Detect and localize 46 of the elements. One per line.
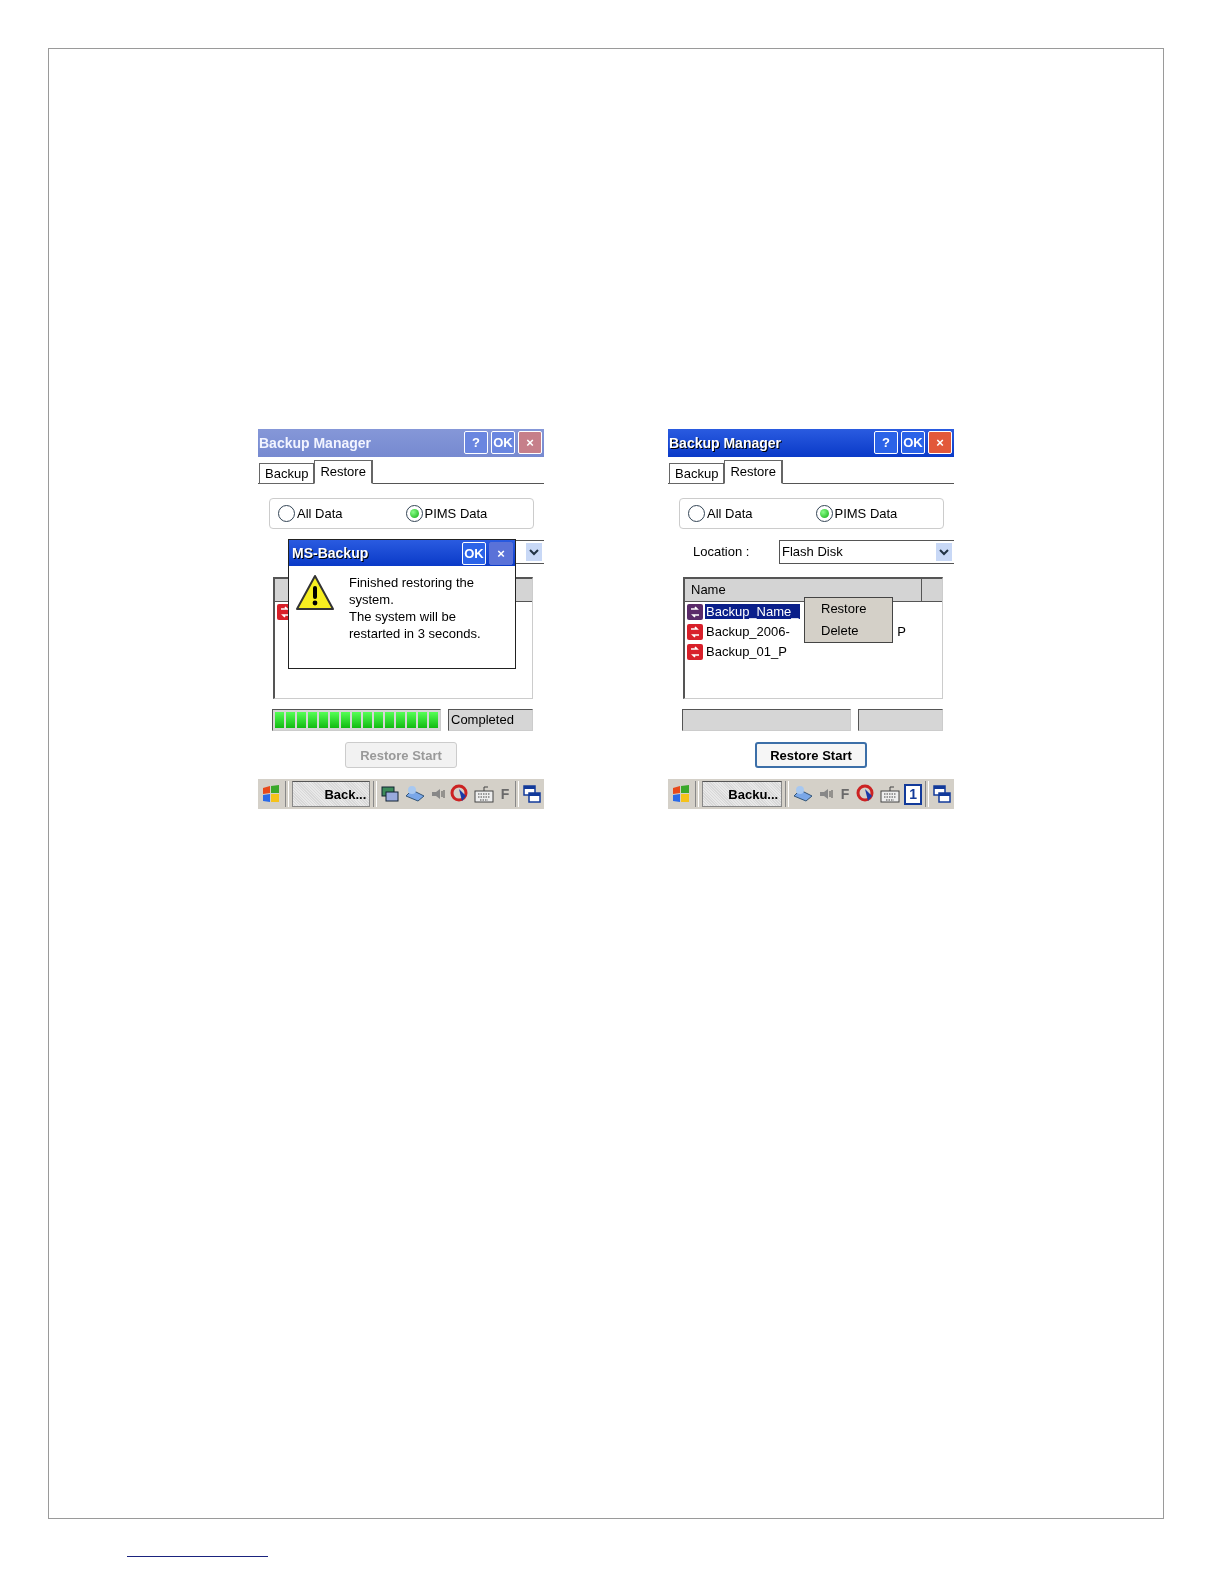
windows-icon[interactable] [932,784,952,805]
task-button[interactable]: Backu... [701,781,783,808]
radio-icon[interactable] [278,504,295,522]
tab[interactable]: Backup [669,462,725,484]
computer-icon[interactable] [380,784,401,805]
dialog-message: Finished restoring the system. The system will be restarted in 3 seconds. [349,574,482,642]
tab[interactable]: Backup [259,462,315,484]
window-title: Backup Manager [259,434,373,451]
dialog-title: MS-Backup [292,545,370,561]
title-bar-button[interactable]: OK [901,431,925,455]
title-bar-button[interactable]: ? [874,431,898,455]
backup-item-end: P [897,624,906,640]
radio-icon[interactable] [405,504,423,522]
status-field: Completed [448,709,533,732]
tab[interactable]: Restore [314,459,373,484]
warning-icon [295,574,335,612]
backup-item[interactable]: Backup_Name_ [705,604,800,620]
radio-option[interactable]: All Data [688,504,816,522]
keyboard-icon[interactable] [474,784,495,805]
location-dropdown[interactable]: Flash Disk [779,539,954,564]
input-mode-indicator[interactable]: F [498,786,513,803]
radio-icon[interactable] [688,504,705,522]
radio-option[interactable]: PIMS Data [405,504,533,522]
tab[interactable]: Restore [724,459,783,484]
radio-option[interactable]: PIMS Data [815,504,943,522]
radio-option[interactable]: All Data [278,504,406,522]
restore-start-button[interactable]: Restore Start [755,742,867,769]
radio-icon[interactable] [815,504,833,522]
menu-item[interactable]: Delete [805,620,892,642]
dialog-button[interactable]: × [489,541,513,565]
location-value: Flash Disk [781,544,844,560]
input-panel-indicator[interactable]: 1 [904,783,923,805]
backup-file-icon [687,623,703,640]
window-title: Backup Manager [669,434,783,451]
title-bar-button[interactable]: × [928,431,952,455]
backup-file-icon [687,643,703,660]
dialog-button[interactable]: OK [462,541,486,565]
backup-item[interactable]: Backup_01_P [705,644,788,660]
backup-file-icon [687,603,703,620]
keyboard-icon[interactable] [880,784,901,805]
menu-item[interactable]: Restore [805,598,892,620]
backup-item[interactable]: Backup_2006- [705,624,791,640]
input-mode-indicator[interactable]: F [838,786,853,803]
location-label: Location : [693,544,751,560]
task-button[interactable]: Back... [291,781,371,808]
windows-icon[interactable] [522,784,542,805]
